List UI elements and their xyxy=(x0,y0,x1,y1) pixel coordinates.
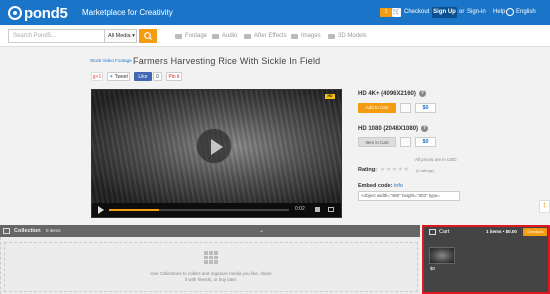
category-footage[interactable]: Footage xyxy=(175,33,207,39)
help-icon[interactable]: ? xyxy=(421,125,429,132)
usd-note: All prices are in USD. xyxy=(415,157,458,162)
language-link[interactable]: English xyxy=(516,9,536,15)
category-audio[interactable]: Audio xyxy=(212,33,237,39)
globe-icon xyxy=(506,8,514,16)
fullscreen-icon[interactable] xyxy=(328,207,334,212)
help-icon[interactable]: ? xyxy=(418,90,426,97)
category-images[interactable]: Images xyxy=(291,33,321,39)
cart-title: Cart xyxy=(439,229,450,235)
embed-info-link[interactable]: info xyxy=(394,183,403,189)
grid-icon xyxy=(204,251,218,264)
or-text: or xyxy=(459,9,465,15)
collection-icon xyxy=(3,228,10,234)
player-controls: 0:02 xyxy=(92,203,341,217)
category-3d-models[interactable]: 3D Models xyxy=(328,33,367,39)
category-after-effects[interactable]: After Effects xyxy=(244,33,287,39)
calculator-icon[interactable] xyxy=(400,103,411,113)
cart-header[interactable]: Cart 1 items • $0.00 Checkout xyxy=(424,227,548,237)
cart-count-badge[interactable]: 1 xyxy=(380,8,392,17)
signup-button[interactable]: Sign Up xyxy=(432,7,457,18)
video-player[interactable]: HD 0:02 xyxy=(91,89,342,218)
collection-bar[interactable]: Collection 0 items ⌄ xyxy=(0,225,420,237)
music-icon xyxy=(212,33,219,39)
hd4k-option-label: HD 4K+ (4096X2160)? xyxy=(358,90,426,98)
calculator-icon[interactable] xyxy=(400,137,411,147)
cube-icon xyxy=(328,33,335,39)
play-icon[interactable] xyxy=(98,206,104,214)
volume-icon[interactable] xyxy=(315,207,320,212)
collection-dropzone[interactable] xyxy=(4,242,418,292)
rating-stars[interactable]: ★★★★★ xyxy=(380,166,409,173)
media-type-select[interactable]: All Media ▾ xyxy=(104,29,137,43)
facebook-like-button[interactable]: Like xyxy=(134,72,152,81)
cart-icon xyxy=(429,229,436,235)
film-icon xyxy=(175,33,182,39)
progress-bar[interactable] xyxy=(109,209,289,211)
breadcrumb[interactable]: Stock Video Footage xyxy=(90,58,132,63)
search-button[interactable] xyxy=(139,29,157,43)
like-count: 0 xyxy=(153,72,162,81)
collection-title: Collection xyxy=(14,228,41,234)
cart-item-price: $0 xyxy=(430,266,436,271)
page-title: Farmers Harvesting Rice With Sickle In F… xyxy=(133,56,321,66)
item-in-cart-button[interactable]: Item in Cart xyxy=(358,137,396,147)
pinterest-button[interactable]: Pin it xyxy=(166,72,182,81)
progress-fill xyxy=(109,209,160,211)
hd1080-price: $0 xyxy=(415,137,436,147)
add-to-cart-button[interactable]: Add to Cart xyxy=(358,103,396,113)
pond5-logo[interactable]: pond5 xyxy=(8,4,68,22)
feedback-side-tab[interactable]: ‡ xyxy=(539,200,550,213)
media-type-value: All Media xyxy=(108,33,131,39)
collection-count: 0 items xyxy=(46,228,61,233)
chevron-down-icon[interactable]: ⌄ xyxy=(259,227,264,234)
embed-code-field[interactable]: <object width="480" height="303" type= xyxy=(358,191,460,201)
twitter-icon: ✦ xyxy=(109,74,114,80)
cart-item-thumbnail[interactable] xyxy=(429,247,455,264)
pond5-flower-icon xyxy=(8,6,22,20)
cart-icon[interactable]: 🛒 xyxy=(392,8,401,17)
tweet-button[interactable]: ✦ Tweet xyxy=(107,72,130,81)
top-nav-bar: pond5 Marketplace for Creativity 1 🛒 Che… xyxy=(0,0,550,25)
play-overlay-button[interactable] xyxy=(196,128,232,164)
magnifier-icon xyxy=(144,32,152,40)
cart-checkout-button[interactable]: Checkout xyxy=(523,228,547,236)
hd1080-option-label: HD 1080 (2048X1080)? xyxy=(358,125,429,133)
image-icon xyxy=(291,33,298,39)
tagline: Marketplace for Creativity xyxy=(82,8,173,17)
rating-label: Rating: xyxy=(358,167,377,173)
gplus-button[interactable]: g+1 xyxy=(91,72,103,81)
time-display: 0:02 xyxy=(295,206,305,212)
help-link[interactable]: Help xyxy=(493,9,505,15)
signin-link[interactable]: Sign-in xyxy=(467,9,486,15)
collection-message: Use Collections to collect and organize … xyxy=(150,271,272,282)
embed-label: Embed code: info xyxy=(358,183,403,189)
rating-count: (0 ratings) xyxy=(416,168,435,173)
hd4k-price: $0 xyxy=(415,103,436,113)
cart-panel: Cart 1 items • $0.00 Checkout $0 xyxy=(422,225,550,294)
hd-icon: HD xyxy=(325,94,335,99)
cart-summary: 1 items • $0.00 xyxy=(486,229,517,234)
video-frame: HD xyxy=(92,90,341,203)
checkout-link[interactable]: Checkout xyxy=(404,9,429,15)
ae-icon xyxy=(244,33,251,39)
logo-text: pond5 xyxy=(24,4,68,22)
